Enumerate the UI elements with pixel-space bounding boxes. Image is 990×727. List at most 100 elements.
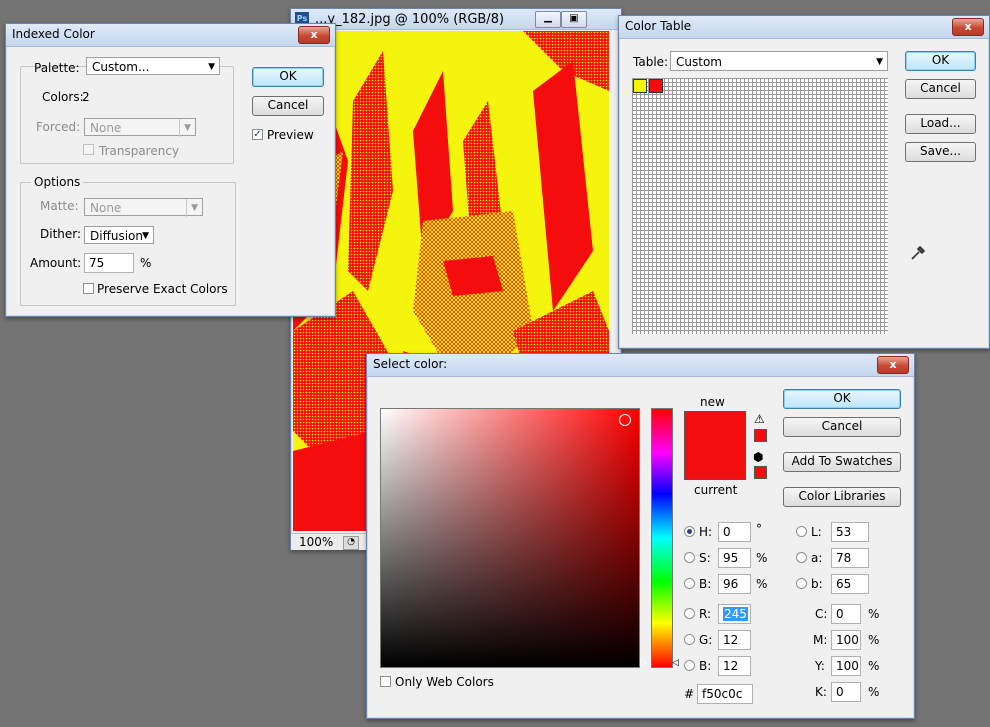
c-unit: % [868,607,880,621]
only-web-colors-label: Only Web Colors [395,675,494,689]
g-radio[interactable] [684,634,695,645]
a-input[interactable]: 78 [831,548,869,568]
s-radio[interactable] [684,552,695,563]
r-radio[interactable] [684,608,695,619]
y-unit: % [868,659,880,673]
color-table-dialog[interactable]: Color Table x Table: Custom ▼ OK Cancel … [618,15,990,349]
close-icon[interactable]: x [298,26,330,44]
indexed-color-title: Indexed Color [12,27,95,41]
hue-slider-left-handle-icon[interactable]: ▷ [640,658,647,668]
preserve-exact-colors-label: Preserve Exact Colors [97,282,228,296]
y-input[interactable]: 100 [831,656,861,676]
b-label: B: [699,577,712,591]
matte-select[interactable]: None ▼ [84,198,203,217]
h-radio[interactable] [684,526,695,537]
preserve-exact-colors-checkbox[interactable] [83,283,94,294]
web-safe-cube-icon[interactable]: ⬢ [753,450,763,464]
forced-select[interactable]: None ▼ [84,118,196,137]
h-input[interactable]: 0 [718,522,751,542]
cancel-button[interactable]: Cancel [905,79,976,99]
color-picker-circle-icon[interactable] [619,414,631,426]
hue-slider-right-handle-icon[interactable]: ◁ [672,658,679,668]
close-icon[interactable]: x [877,356,909,374]
add-to-swatches-button[interactable]: Add To Swatches [783,452,901,472]
eyedropper-icon[interactable] [909,244,927,262]
hue-slider[interactable] [651,408,673,668]
blue-radio[interactable] [684,660,695,671]
preview-checkbox[interactable]: ✓ [252,129,263,140]
color-table-entry[interactable] [633,79,647,93]
h-unit: ° [756,522,762,536]
lab-b-radio[interactable] [796,578,807,589]
a-radio[interactable] [796,552,807,563]
colors-label: Colors: [42,90,84,104]
color-table-titlebar[interactable]: Color Table x [619,16,989,39]
status-menu-icon[interactable]: ◔ [343,536,359,550]
chevron-down-icon: ▼ [179,119,191,137]
ok-button[interactable]: OK [252,67,324,87]
palette-select[interactable]: Custom... ▼ [86,57,220,75]
r-label: R: [699,607,712,621]
select-color-titlebar[interactable]: Select color: x [367,354,914,377]
g-input[interactable]: 12 [718,630,751,650]
l-radio[interactable] [796,526,807,537]
select-color-dialog[interactable]: Select color: x ▷ ◁ new current ⚠ ⬢ OK C… [366,353,915,719]
k-label: K: [815,685,827,699]
c-input[interactable]: 0 [831,604,861,624]
s-unit: % [756,551,768,565]
load-button[interactable]: Load... [905,114,976,134]
blue-input[interactable]: 12 [718,656,751,676]
color-table-entry[interactable] [649,79,663,93]
preview-label: Preview [267,128,314,142]
image-window-titlebar[interactable]: Ps ...y_182.jpg @ 100% (RGB/8) ▁ ▣ [291,9,621,30]
gamut-color-swatch[interactable] [754,429,767,442]
table-value: Custom [676,55,722,69]
l-input[interactable]: 53 [831,522,869,542]
table-select[interactable]: Custom ▼ [670,51,888,71]
current-color-label: current [694,483,738,497]
b-unit: % [756,577,768,591]
k-unit: % [868,685,880,699]
blue-label: B: [699,659,712,673]
out-of-gamut-warning-icon[interactable]: ⚠ [754,412,765,426]
s-input[interactable]: 95 [718,548,751,568]
lab-b-input[interactable]: 65 [831,574,869,594]
c-label: C: [815,607,828,621]
cancel-button[interactable]: Cancel [783,417,901,437]
indexed-color-titlebar[interactable]: Indexed Color x [6,24,335,47]
cancel-button[interactable]: Cancel [252,96,324,116]
only-web-colors-checkbox[interactable] [380,676,391,687]
image-window-title: ...y_182.jpg @ 100% (RGB/8) [315,12,505,27]
indexed-color-dialog[interactable]: Indexed Color x Palette: Custom... ▼ Col… [5,23,336,317]
r-value: 245 [723,607,748,621]
b-input[interactable]: 96 [718,574,751,594]
minimize-button[interactable]: ▁ [535,11,561,28]
transparency-checkbox[interactable] [83,144,94,155]
m-unit: % [868,633,880,647]
dither-value: Diffusion [90,229,143,243]
close-icon[interactable]: x [952,18,984,36]
hex-label: # [684,687,695,701]
maximize-button[interactable]: ▣ [561,11,587,28]
b-radio[interactable] [684,578,695,589]
k-input[interactable]: 0 [831,682,861,702]
m-input[interactable]: 100 [831,630,861,650]
dither-label: Dither: [40,227,82,241]
ok-button[interactable]: OK [905,51,976,71]
palette-label: Palette: [34,61,80,75]
ok-button[interactable]: OK [783,389,901,409]
color-libraries-button[interactable]: Color Libraries [783,487,901,507]
hex-input[interactable]: f50c0c [697,684,753,704]
current-color-swatch[interactable] [684,445,746,480]
dither-select[interactable]: Diffusion ▼ [84,226,154,244]
zoom-level[interactable]: 100% [299,535,333,549]
a-label: a: [811,551,823,565]
g-label: G: [699,633,713,647]
web-safe-color-swatch[interactable] [754,466,767,479]
options-title: Options [31,175,84,189]
color-field[interactable] [380,408,640,668]
save-button[interactable]: Save... [905,142,976,162]
color-table-grid[interactable] [632,78,888,334]
r-input[interactable]: 245 [718,604,751,624]
amount-input[interactable]: 75 [84,253,134,273]
